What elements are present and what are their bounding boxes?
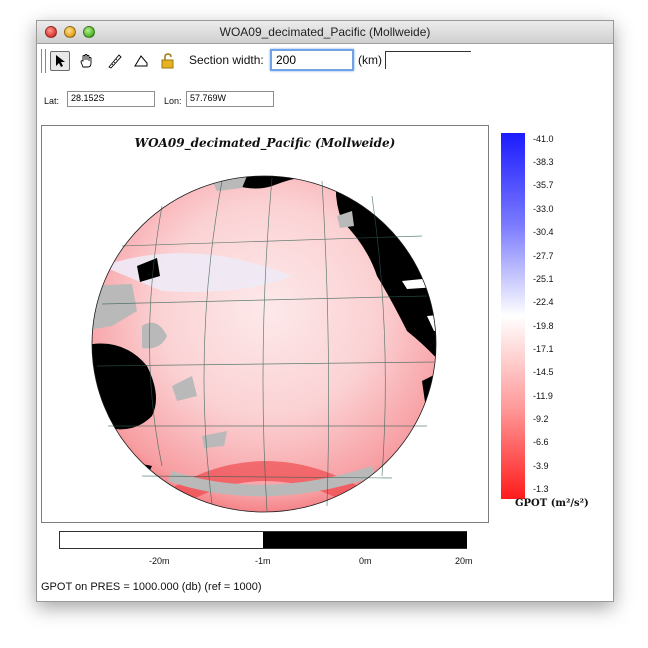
colorbar-tick: -25.1 — [533, 274, 554, 284]
colorbar-tick: -27.7 — [533, 251, 554, 261]
section-width-input[interactable]: 200 — [270, 49, 354, 71]
arrow-icon — [56, 55, 65, 67]
ruler-icon — [108, 54, 122, 69]
colorbar-tick: -17.1 — [533, 344, 554, 354]
lasso-icon — [134, 55, 148, 67]
colorbar-tick: -35.7 — [533, 180, 554, 190]
lon-field[interactable]: 57.769W — [186, 91, 274, 107]
scale-label: -20m — [149, 556, 170, 566]
colorbar-tick: -38.3 — [533, 157, 554, 167]
lock-tool-button[interactable] — [158, 51, 178, 71]
lat-label: Lat: — [44, 96, 60, 106]
lock-icon — [161, 53, 174, 69]
status-text: GPOT on PRES = 1000.000 (db) (ref = 1000… — [41, 581, 262, 593]
hand-icon — [80, 54, 92, 68]
colorbar-tick: -9.2 — [533, 414, 549, 424]
colorbar-tick: -1.3 — [533, 484, 549, 494]
lasso-tool-button[interactable] — [131, 51, 151, 71]
colorbar-tick: -3.9 — [533, 461, 549, 471]
lon-label: Lon: — [164, 96, 182, 106]
lat-field[interactable]: 28.152S — [67, 91, 155, 107]
colorbar-tick: -14.5 — [533, 367, 554, 377]
colorbar-tick: -41.0 — [533, 134, 554, 144]
section-width-label: Section width: — [189, 53, 264, 67]
toolbar: Section width: 200 (km) — [37, 43, 613, 77]
colorbar — [501, 133, 525, 499]
arrow-tool-button[interactable] — [50, 51, 70, 71]
hand-tool-button[interactable] — [76, 51, 96, 71]
colorbar-tick: -22.4 — [533, 297, 554, 307]
window-title: WOA09_decimated_Pacific (Mollweide) — [219, 25, 431, 39]
extra-value-field[interactable] — [385, 51, 471, 69]
colorbar-tick: -11.9 — [533, 391, 553, 401]
colorbar-tick: -33.0 — [533, 204, 554, 214]
scale-label: 20m — [455, 556, 473, 566]
app-window: WOA09_decimated_Pacific (Mollweide) Sect… — [36, 20, 614, 602]
colorbar-tick: -19.8 — [533, 321, 554, 331]
colorbar-unit-label: GPOT (m²/s²) — [515, 498, 589, 509]
scale-label: -1m — [255, 556, 271, 566]
unit-label: (km) — [358, 53, 382, 67]
title-bar[interactable]: WOA09_decimated_Pacific (Mollweide) — [37, 21, 613, 44]
toolbar-grip[interactable] — [41, 49, 46, 73]
globe — [92, 176, 436, 512]
colorbar-tick: -30.4 — [533, 227, 554, 237]
depth-scale-fill — [263, 532, 467, 548]
scale-label: 0m — [359, 556, 372, 566]
colorbar-tick: -6.6 — [533, 437, 549, 447]
map-panel[interactable]: WOA09_decimated_Pacific (Mollweide) — [41, 125, 489, 523]
map-canvas[interactable] — [42, 126, 488, 522]
depth-scale-bar[interactable] — [59, 531, 467, 549]
ruler-tool-button[interactable] — [104, 51, 124, 71]
